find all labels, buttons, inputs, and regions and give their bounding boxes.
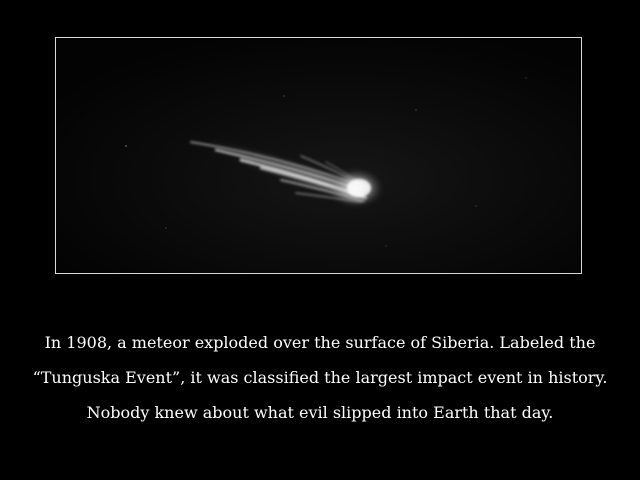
meteor-photo-frame <box>55 37 582 274</box>
meteor-photo <box>56 38 581 273</box>
motivational-poster: In 1908, a meteor exploded over the surf… <box>0 0 640 480</box>
caption-line-2: “Tunguska Event”, it was classified the … <box>32 368 608 387</box>
caption-line-1: In 1908, a meteor exploded over the surf… <box>44 333 596 352</box>
night-sky <box>56 38 581 273</box>
meteor-head <box>330 170 382 206</box>
caption-line-3: Nobody knew about what evil slipped into… <box>86 403 554 422</box>
poster-caption: In 1908, a meteor exploded over the surf… <box>0 325 640 430</box>
